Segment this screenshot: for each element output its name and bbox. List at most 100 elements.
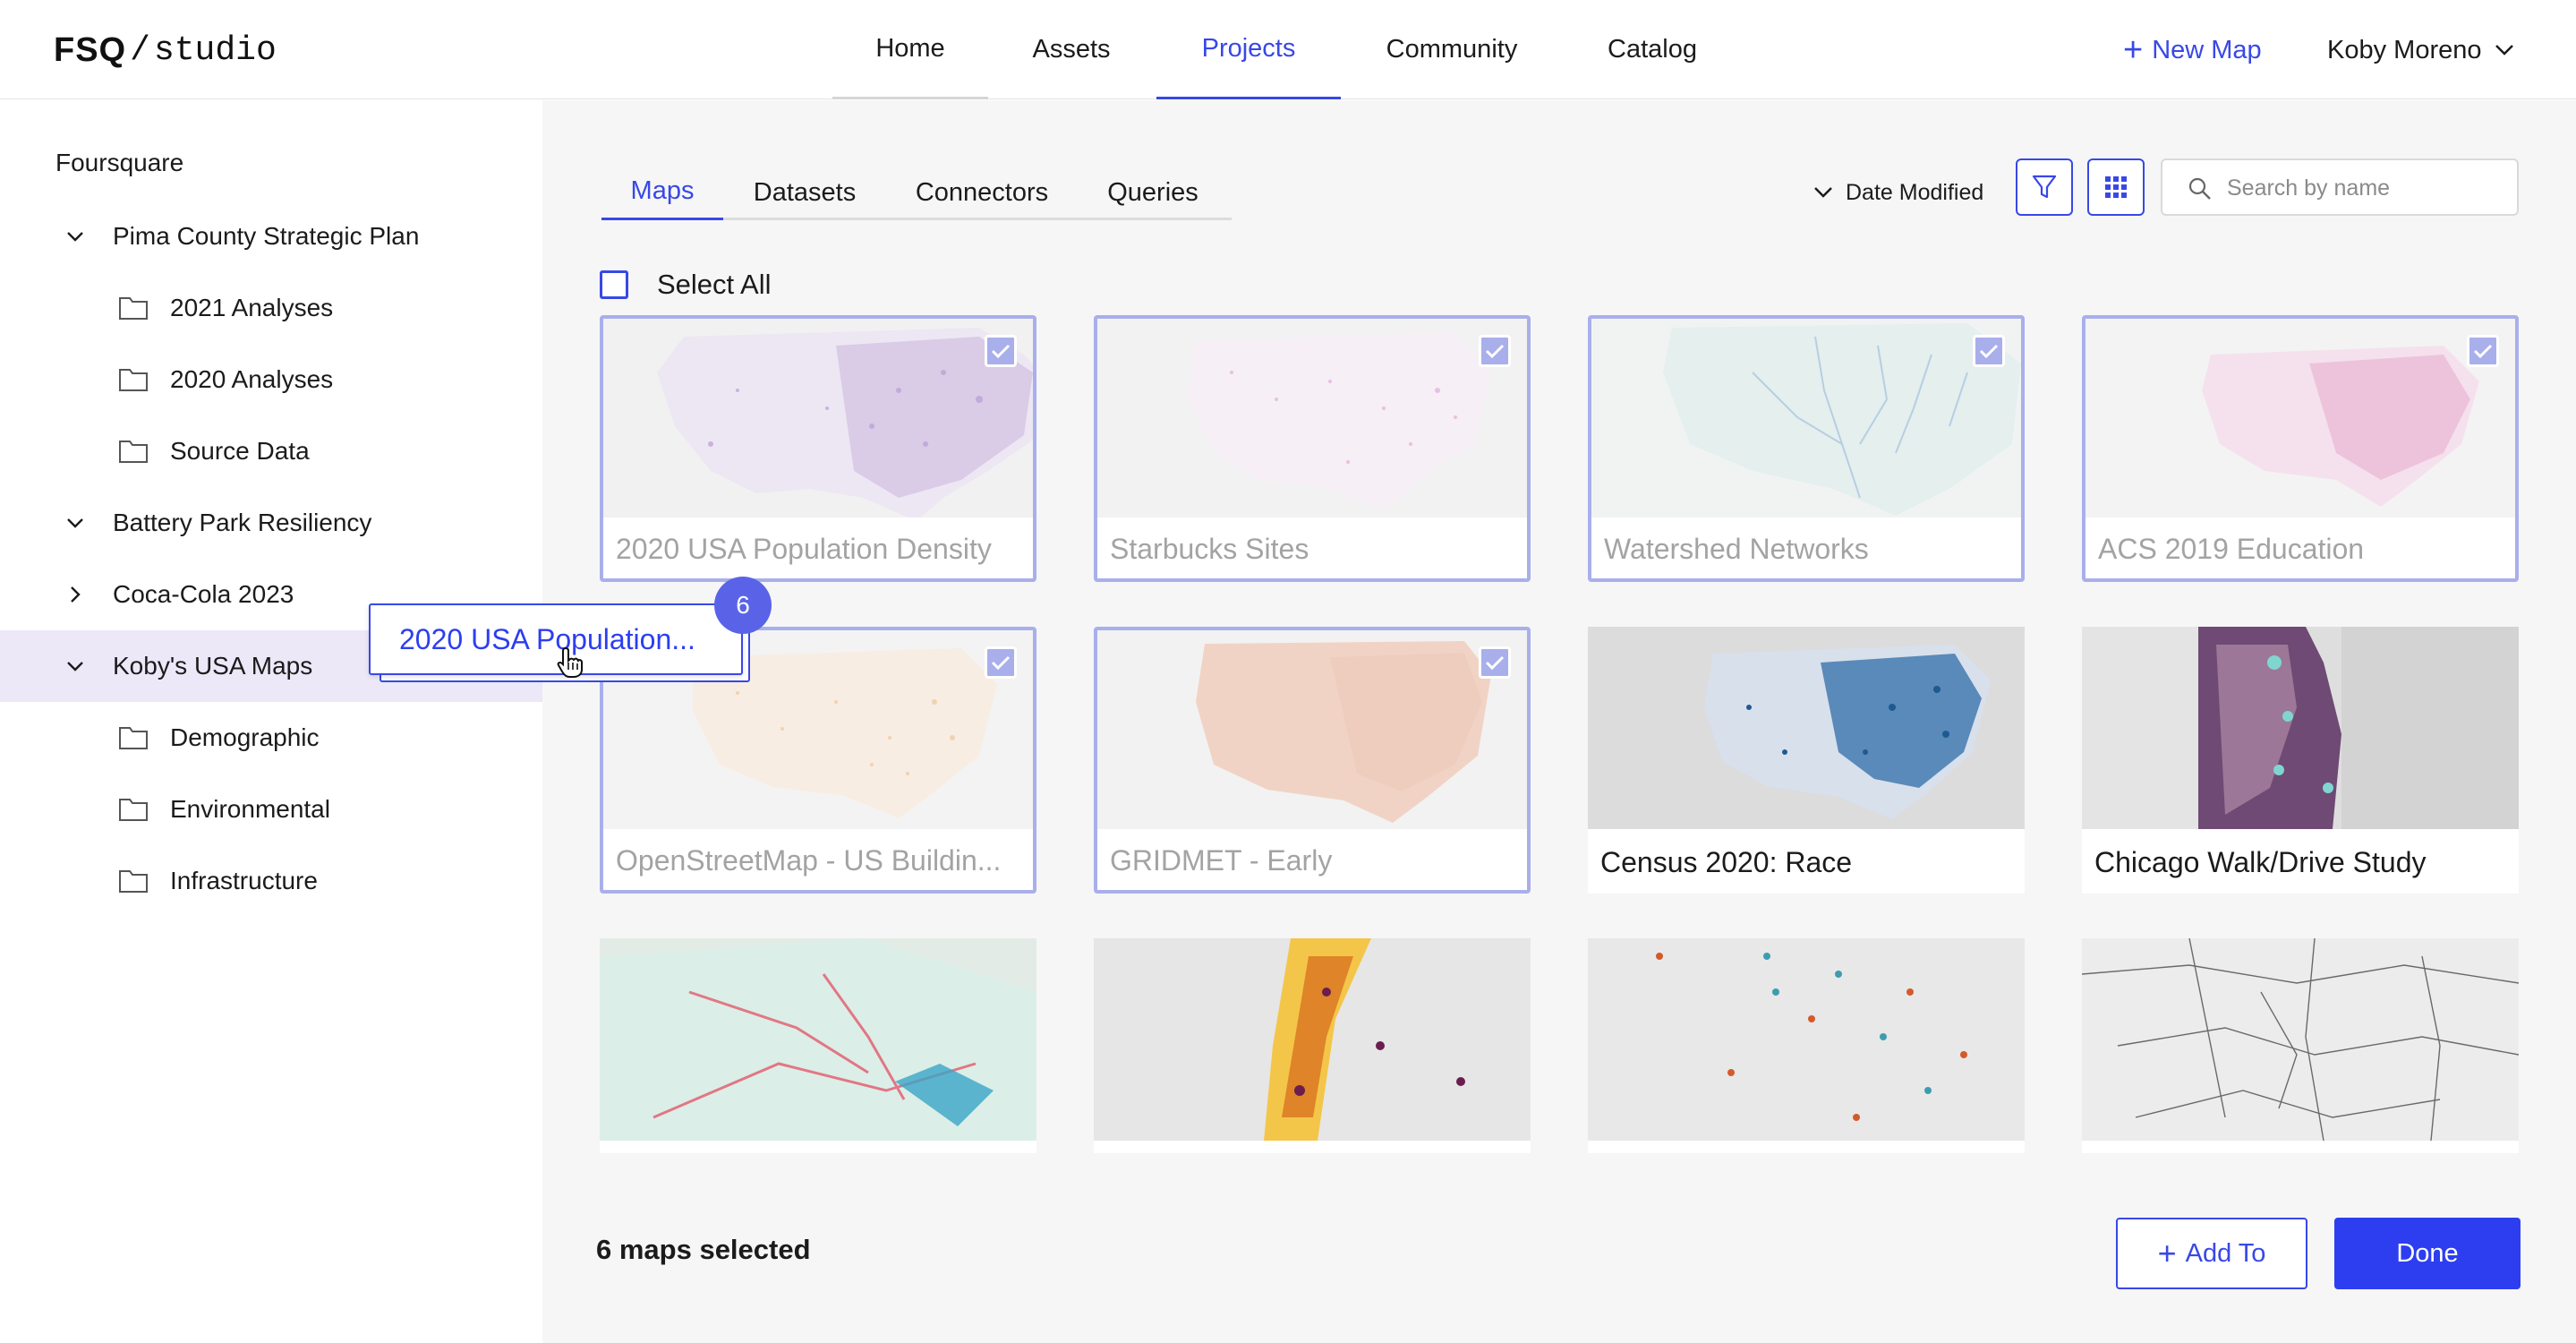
map-title: OpenStreetMap - US Buildin... — [616, 844, 1002, 877]
chevron-down-icon — [1814, 187, 1832, 198]
organization-name: Foursquare — [55, 149, 184, 176]
tree-label: Koby's USA Maps — [113, 652, 313, 680]
nyc-hexbin-map-image — [1094, 938, 1531, 1141]
checkmark-icon — [1979, 344, 1999, 359]
fsq-studio-logo[interactable]: FSQ / studio — [54, 29, 277, 72]
grid-view-button[interactable] — [2087, 158, 2145, 216]
map-thumbnail — [1094, 938, 1531, 1141]
tree-folder-2021-analyses[interactable]: 2021 Analyses — [0, 272, 542, 344]
tab-connectors[interactable]: Connectors — [886, 165, 1078, 220]
card-checkbox[interactable] — [985, 646, 1017, 679]
sort-dropdown[interactable]: Date Modified — [1813, 170, 1983, 215]
tree-label: Source Data — [170, 437, 310, 465]
chevron-down-icon — [2495, 45, 2513, 56]
chevron-right-icon[interactable] — [64, 584, 86, 605]
map-title: 2020 USA Population Density — [616, 533, 992, 565]
add-to-button[interactable]: + Add To — [2116, 1218, 2307, 1289]
project-sidebar: Foursquare Pima County Strategic Plan 20… — [0, 100, 542, 1343]
user-name: Koby Moreno — [2327, 35, 2482, 64]
select-all-checkbox[interactable] — [600, 270, 628, 299]
folder-icon — [119, 799, 148, 821]
tree-label: 2021 Analyses — [170, 294, 334, 321]
card-checkbox[interactable] — [1479, 335, 1511, 367]
new-map-button[interactable]: + New Map — [2123, 30, 2262, 70]
grid-icon — [2105, 176, 2127, 198]
plus-icon: + — [2157, 1235, 2177, 1271]
tree-folder-2020-analyses[interactable]: 2020 Analyses — [0, 344, 542, 415]
map-card[interactable]: Starbucks Sites — [1094, 315, 1531, 582]
nav-home[interactable]: Home — [832, 0, 988, 99]
map-card[interactable] — [1094, 938, 1531, 1153]
tree-folder-source-data[interactable]: Source Data — [0, 415, 542, 487]
search-input[interactable] — [2227, 173, 2504, 203]
filter-icon — [2032, 175, 2057, 199]
map-card[interactable] — [2082, 938, 2519, 1153]
folder-icon — [119, 441, 148, 463]
tree-folder-environmental[interactable]: Environmental — [0, 774, 542, 845]
tree-label: 2020 Analyses — [170, 365, 334, 393]
user-menu[interactable]: Koby Moreno — [2327, 30, 2514, 70]
chevron-down-icon[interactable] — [64, 226, 86, 247]
map-card[interactable] — [600, 938, 1036, 1153]
select-all[interactable]: Select All — [600, 263, 772, 306]
hand-cursor-icon — [557, 646, 583, 678]
tree-project-pima-county[interactable]: Pima County Strategic Plan — [0, 201, 542, 272]
map-thumbnail — [1588, 938, 2025, 1141]
filter-button[interactable] — [2016, 158, 2073, 216]
new-map-label: New Map — [2152, 35, 2262, 64]
tab-maps[interactable]: Maps — [601, 165, 723, 220]
tab-datasets[interactable]: Datasets — [723, 165, 886, 220]
drag-preview: 2020 USA Population... — [369, 603, 743, 675]
checkmark-icon — [991, 344, 1011, 359]
map-card[interactable]: Census 2020: Race — [1588, 627, 2025, 894]
checkmark-icon — [1485, 655, 1505, 671]
card-checkbox[interactable] — [1479, 646, 1511, 679]
checkmark-icon — [991, 655, 1011, 671]
map-title: ACS 2019 Education — [2098, 533, 2365, 565]
card-checkbox[interactable] — [985, 335, 1017, 367]
map-card[interactable]: Watershed Networks — [1588, 315, 2025, 582]
sort-label: Date Modified — [1846, 179, 1984, 205]
tab-queries[interactable]: Queries — [1078, 165, 1228, 220]
drag-count-badge: 6 — [714, 577, 772, 634]
checkmark-icon — [2473, 344, 2493, 359]
map-thumbnail — [2082, 938, 2519, 1141]
card-checkbox[interactable] — [1973, 335, 2005, 367]
map-title: Census 2020: Race — [1600, 846, 1853, 878]
add-to-label: Add To — [2185, 1238, 2266, 1268]
folder-icon — [119, 297, 148, 320]
tree-label: Coca-Cola 2023 — [113, 580, 294, 608]
tree-label: Battery Park Resiliency — [113, 509, 372, 536]
tree-label: Environmental — [170, 795, 330, 823]
plus-icon: + — [2123, 31, 2144, 69]
map-title: Watershed Networks — [1604, 533, 1869, 565]
tree-label: Infrastructure — [170, 867, 318, 894]
logo-brand: FSQ — [54, 30, 127, 69]
tree-label: Demographic — [170, 723, 320, 751]
chevron-down-icon[interactable] — [64, 512, 86, 534]
logo-slash: / — [130, 30, 150, 70]
logo-product: studio — [153, 30, 277, 70]
done-button[interactable]: Done — [2334, 1218, 2521, 1289]
nav-catalog[interactable]: Catalog — [1565, 0, 1740, 99]
map-card[interactable]: ACS 2019 Education — [2082, 315, 2519, 582]
search-field[interactable] — [2161, 158, 2519, 216]
map-thumbnail — [1588, 627, 2025, 829]
nav-community[interactable]: Community — [1364, 0, 1540, 99]
map-card[interactable]: Chicago Walk/Drive Study — [2082, 627, 2519, 894]
card-checkbox[interactable] — [2467, 335, 2499, 367]
map-card[interactable]: 2020 USA Population Density — [600, 315, 1036, 582]
map-card[interactable]: GRIDMET - Early — [1094, 627, 1531, 894]
chevron-down-icon[interactable] — [64, 655, 86, 677]
asset-tabs: Maps Datasets Connectors Queries — [601, 165, 1232, 220]
tree-project-battery-park[interactable]: Battery Park Resiliency — [0, 487, 542, 559]
tree-folder-demographic[interactable]: Demographic — [0, 702, 542, 774]
tree-folder-infrastructure[interactable]: Infrastructure — [0, 845, 542, 917]
nav-assets[interactable]: Assets — [994, 0, 1149, 99]
scatter-clusters-map-image — [1588, 938, 2025, 1141]
selected-count: 6 maps selected — [596, 1234, 811, 1265]
nav-projects[interactable]: Projects — [1156, 0, 1341, 99]
folder-icon — [119, 870, 148, 893]
map-card[interactable] — [1588, 938, 2025, 1153]
folder-icon — [119, 369, 148, 391]
